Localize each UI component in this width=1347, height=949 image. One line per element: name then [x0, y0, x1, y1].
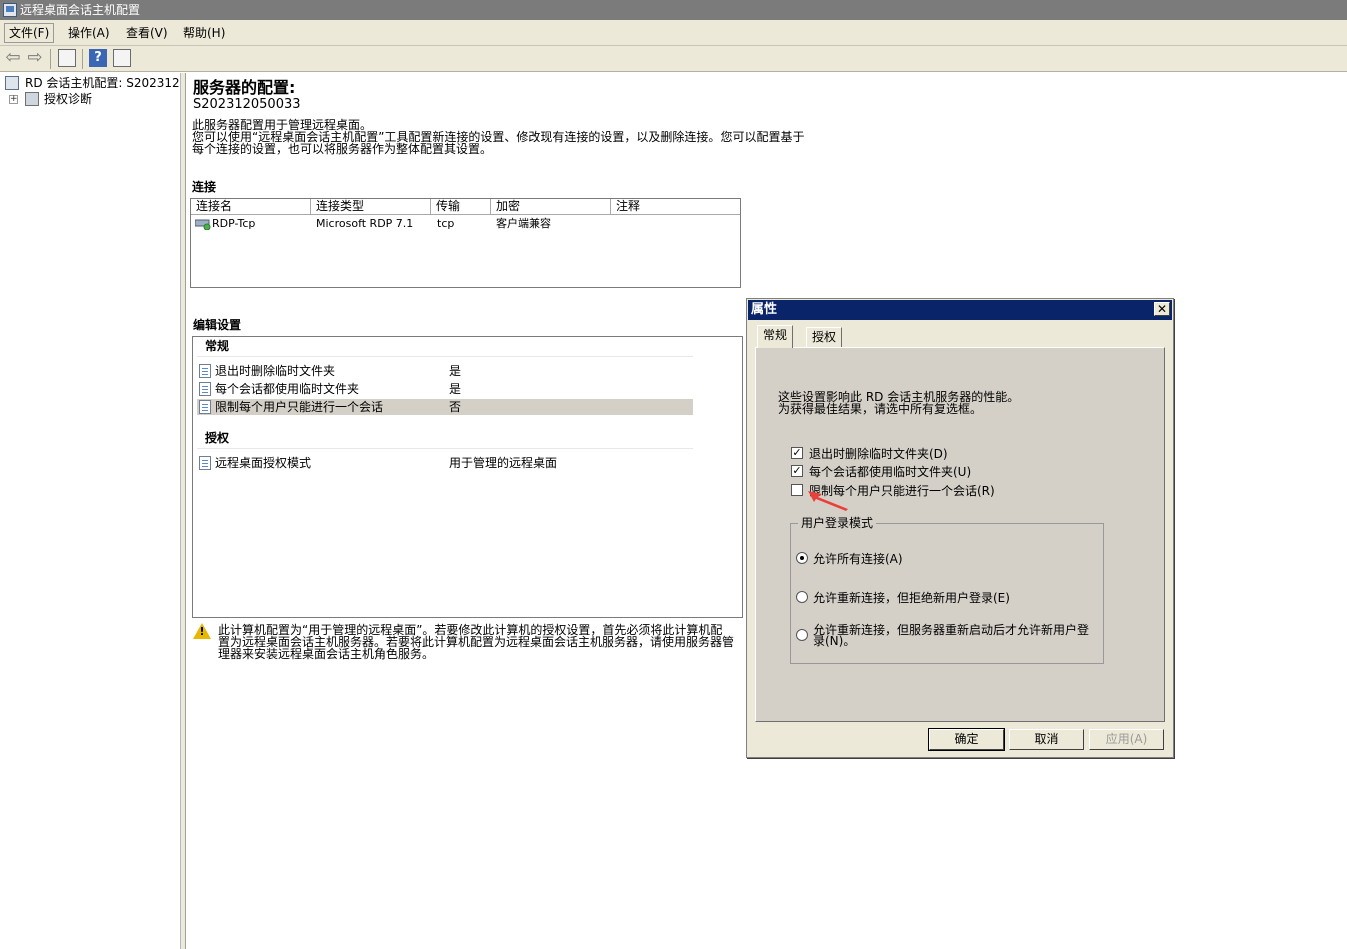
tree-child-label: 授权诊断: [44, 92, 93, 106]
radio-reconnect-deny-new[interactable]: [796, 591, 808, 603]
general-tab-panel: 这些设置影响此 RD 会话主机服务器的性能。 为获得最佳结果，请选中所有复选框。…: [755, 347, 1165, 722]
radio-label-line-2: 录(N)。: [813, 634, 856, 648]
menu-help[interactable]: 帮助(H): [179, 25, 229, 41]
apply-button[interactable]: 应用(A): [1089, 729, 1164, 750]
radio-allow-all[interactable]: [796, 552, 808, 564]
connection-encryption: 客户端兼容: [496, 217, 551, 230]
show-hide-console-tree-icon[interactable]: [58, 49, 76, 67]
checkbox-label: 退出时删除临时文件夹(D): [809, 447, 948, 461]
column-header-type[interactable]: 连接类型: [311, 199, 431, 215]
setting-icon: [199, 364, 211, 378]
licensing-icon: [25, 92, 39, 106]
annotation-arrow-icon: [808, 491, 848, 511]
page-title: 服务器的配置:: [193, 78, 296, 97]
logon-mode-legend: 用户登录模式: [798, 516, 877, 530]
checkbox-single-session[interactable]: [791, 484, 803, 496]
menu-view[interactable]: 查看(V): [122, 25, 172, 41]
forward-arrow-icon[interactable]: ⇨: [26, 49, 44, 67]
show-hide-action-pane-icon[interactable]: [113, 49, 131, 67]
menu-action[interactable]: 操作(A): [64, 25, 114, 41]
radio-label: 允许所有连接(A): [813, 552, 903, 566]
radio-label: 允许重新连接，但拒绝新用户登录(E): [813, 591, 1010, 605]
setting-single-session-per-user[interactable]: 限制每个用户只能进行一个会话 否: [197, 399, 693, 415]
connection-transport: tcp: [437, 217, 455, 230]
setting-icon: [199, 456, 211, 470]
app-icon: [3, 3, 17, 17]
properties-dialog: 属性 ✕ 常规 授权 这些设置影响此 RD 会话主机服务器的性能。 为获得最佳结…: [746, 298, 1174, 758]
setting-icon: [199, 382, 211, 396]
pane-splitter[interactable]: [181, 73, 186, 949]
setting-licensing-mode[interactable]: 远程桌面授权模式 用于管理的远程桌面: [197, 455, 693, 471]
tab-licensing[interactable]: 授权: [806, 327, 843, 347]
dialog-title-bar[interactable]: 属性: [748, 300, 1172, 320]
edit-settings-heading: 编辑设置: [193, 318, 242, 332]
window-title: 远程桌面会话主机配置: [20, 3, 141, 17]
tree-root-label: RD 会话主机配置: S20231205: [25, 76, 181, 90]
window-title-bar: 远程桌面会话主机配置: [0, 0, 1347, 20]
info-line-2: 为获得最佳结果，请选中所有复选框。: [778, 402, 983, 416]
expand-plus-icon[interactable]: +: [9, 95, 18, 104]
setting-delete-temp-folders[interactable]: 退出时删除临时文件夹 是: [197, 363, 693, 379]
connection-type: Microsoft RDP 7.1: [316, 217, 414, 230]
description-line-3: 每个连接的设置，也可以将服务器作为整体配置其设置。: [192, 142, 493, 156]
tab-general[interactable]: 常规: [757, 325, 794, 348]
dialog-title: 属性: [751, 302, 778, 317]
connections-heading: 连接: [192, 180, 217, 194]
connection-name: RDP-Tcp: [212, 217, 256, 230]
licensing-heading: 授权: [205, 431, 230, 445]
column-header-encryption[interactable]: 加密: [491, 199, 611, 215]
cancel-button[interactable]: 取消: [1009, 729, 1084, 750]
toolbar: ⇦ ⇨ ?: [0, 46, 1347, 72]
checkbox-per-session-temp[interactable]: ✓: [791, 465, 803, 477]
help-icon[interactable]: ?: [89, 49, 107, 67]
connection-icon: [195, 219, 211, 230]
computer-icon: [5, 76, 19, 90]
edit-settings-panel: 常规 退出时删除临时文件夹 是 每个会话都使用临时文件夹 是 限制每个用户只能进…: [192, 336, 743, 618]
ok-button[interactable]: 确定: [928, 728, 1005, 751]
close-icon[interactable]: ✕: [1154, 302, 1170, 316]
connections-list[interactable]: 连接名 连接类型 传输 加密 注释 RDP-Tcp Microsoft RDP …: [190, 198, 741, 288]
column-header-transport[interactable]: 传输: [431, 199, 491, 215]
back-arrow-icon[interactable]: ⇦: [4, 49, 22, 67]
checkbox-label: 每个会话都使用临时文件夹(U): [809, 465, 972, 479]
server-name: S202312050033: [193, 97, 301, 112]
console-tree: RD 会话主机配置: S20231205 + 授权诊断: [0, 73, 181, 949]
menu-file[interactable]: 文件(F): [4, 23, 55, 43]
setting-icon: [199, 400, 211, 414]
warning-line-3: 理器来安装远程桌面会话主机角色服务。: [218, 647, 435, 661]
menu-bar: 文件(F) 操作(A) 查看(V) 帮助(H): [0, 20, 1347, 46]
radio-reconnect-until-restart[interactable]: [796, 629, 808, 641]
setting-per-session-temp-folders[interactable]: 每个会话都使用临时文件夹 是: [197, 381, 693, 397]
checkbox-delete-temp[interactable]: ✓: [791, 447, 803, 459]
general-heading: 常规: [205, 339, 230, 353]
column-header-comment[interactable]: 注释: [611, 199, 740, 215]
column-header-name[interactable]: 连接名: [191, 199, 311, 215]
